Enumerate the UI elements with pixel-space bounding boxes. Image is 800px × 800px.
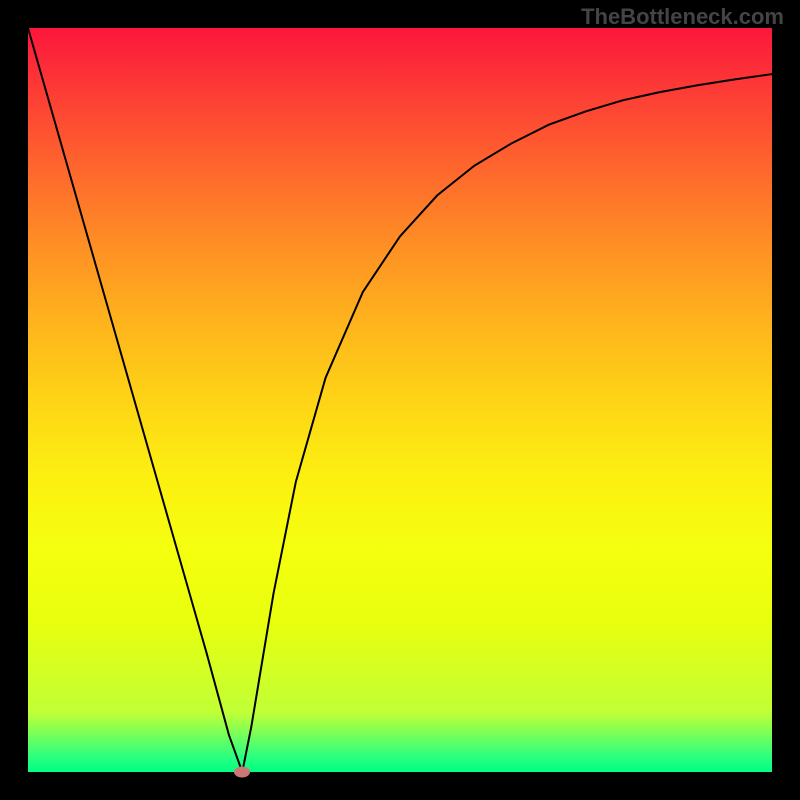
bottleneck-curve [28,28,772,772]
minimum-marker [234,767,250,778]
curve-layer [28,28,772,772]
watermark-text: TheBottleneck.com [581,4,784,30]
chart-frame: TheBottleneck.com [0,0,800,800]
plot-area [28,28,772,772]
